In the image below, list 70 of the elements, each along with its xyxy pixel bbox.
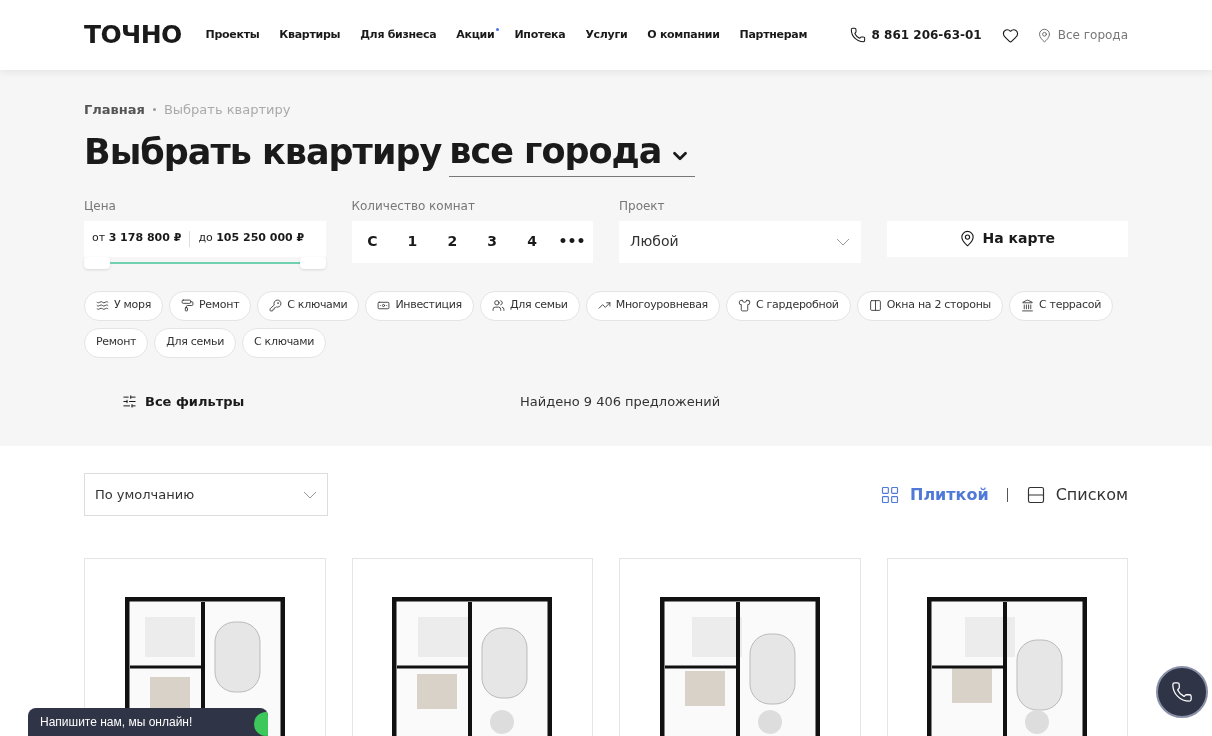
- shirt-icon: [737, 299, 751, 312]
- nav-link[interactable]: Услуги: [585, 26, 633, 44]
- filter-label: Цена: [84, 197, 117, 215]
- filter-label: Проект: [619, 197, 666, 215]
- phone-icon: [1171, 681, 1193, 703]
- call-button[interactable]: [1156, 666, 1208, 718]
- phone-number[interactable]: 8 861 206-63-01: [871, 26, 982, 44]
- paint-roller-icon: [181, 299, 195, 312]
- sliders-icon: [122, 393, 137, 409]
- breadcrumb-link[interactable]: Главная: [84, 100, 145, 120]
- nav-link[interactable]: Проекты: [205, 26, 265, 44]
- people-icon: [491, 299, 505, 312]
- chat-banner[interactable]: Напишите нам, мы онлайн!: [28, 708, 268, 736]
- price-range-field[interactable]: от 3 178 800 ₽ до 105 250 000 ₽: [84, 220, 326, 257]
- chevron-down-icon: [303, 490, 317, 499]
- key-icon: [269, 299, 283, 312]
- chevron-down-icon: [835, 237, 850, 246]
- logo[interactable]: ТОЧНО: [84, 16, 182, 54]
- filter-tag[interactable]: С ключами: [242, 327, 327, 358]
- all-filters-button[interactable]: Все фильтры: [122, 391, 520, 411]
- filter-tag[interactable]: У моря: [84, 290, 164, 321]
- waves-icon: [96, 299, 109, 312]
- building-icon: [1021, 299, 1034, 312]
- grid-icon: [880, 484, 900, 505]
- phone-icon: [849, 27, 866, 43]
- apartment-card[interactable]: [886, 558, 1128, 736]
- results-count: Найдено 9 406 предложений: [520, 392, 721, 411]
- room-option[interactable]: 3: [477, 226, 508, 257]
- nav-link[interactable]: Партнерам: [739, 26, 813, 44]
- page-title: Выбрать квартиру: [84, 130, 442, 174]
- banknote-icon: [377, 299, 391, 312]
- view-toggle[interactable]: Списком: [1025, 482, 1128, 507]
- filter-tag[interactable]: С террасой: [1009, 290, 1113, 321]
- filter-tag[interactable]: Инвестиция: [365, 290, 474, 321]
- room-option[interactable]: 1: [397, 226, 428, 257]
- room-option[interactable]: С: [357, 226, 388, 257]
- map-button[interactable]: На карте: [886, 220, 1128, 257]
- heart-icon[interactable]: [1001, 26, 1019, 44]
- filter-tag[interactable]: С ключами: [257, 290, 360, 321]
- nav-link[interactable]: Акции: [456, 26, 500, 44]
- room-option[interactable]: 4: [517, 226, 548, 257]
- window-icon: [868, 299, 882, 312]
- filter-tag[interactable]: Окна на 2 стороны: [856, 290, 1003, 321]
- filter-tag[interactable]: Для семьи: [154, 327, 237, 358]
- filter-label: Количество комнат: [351, 197, 476, 215]
- nav-link[interactable]: Ипотека: [514, 26, 571, 44]
- room-option[interactable]: 2: [437, 226, 468, 257]
- filter-tag[interactable]: Многоуровневая: [585, 290, 720, 321]
- nav-link[interactable]: О компании: [647, 26, 725, 44]
- city-link[interactable]: Все города: [1057, 26, 1128, 44]
- filter-tag[interactable]: Для семьи: [479, 290, 580, 321]
- view-toggle[interactable]: Плиткой: [880, 482, 989, 507]
- list-icon: [1025, 484, 1046, 505]
- filter-tag[interactable]: С гардеробной: [725, 290, 851, 321]
- location-pin-icon: [959, 230, 977, 247]
- nav-link[interactable]: Для бизнеса: [360, 26, 442, 44]
- apartment-card[interactable]: [619, 558, 861, 736]
- breadcrumb-separator-icon: [152, 108, 156, 112]
- price-from: от 3 178 800 ₽: [92, 230, 182, 247]
- location-pin-icon: [1036, 27, 1052, 43]
- nav-link[interactable]: Квартиры: [279, 26, 346, 44]
- room-option[interactable]: •••: [556, 226, 587, 257]
- project-dropdown[interactable]: Любой: [619, 220, 861, 263]
- city-dropdown[interactable]: все города: [449, 125, 696, 177]
- stairs-icon: [597, 299, 611, 312]
- price-to: до 105 250 000 ₽: [198, 230, 305, 247]
- filter-tag[interactable]: Ремонт: [84, 327, 149, 358]
- apartment-card[interactable]: [351, 558, 593, 736]
- sort-dropdown[interactable]: По умолчанию: [84, 473, 328, 516]
- filter-tag[interactable]: Ремонт: [169, 290, 252, 321]
